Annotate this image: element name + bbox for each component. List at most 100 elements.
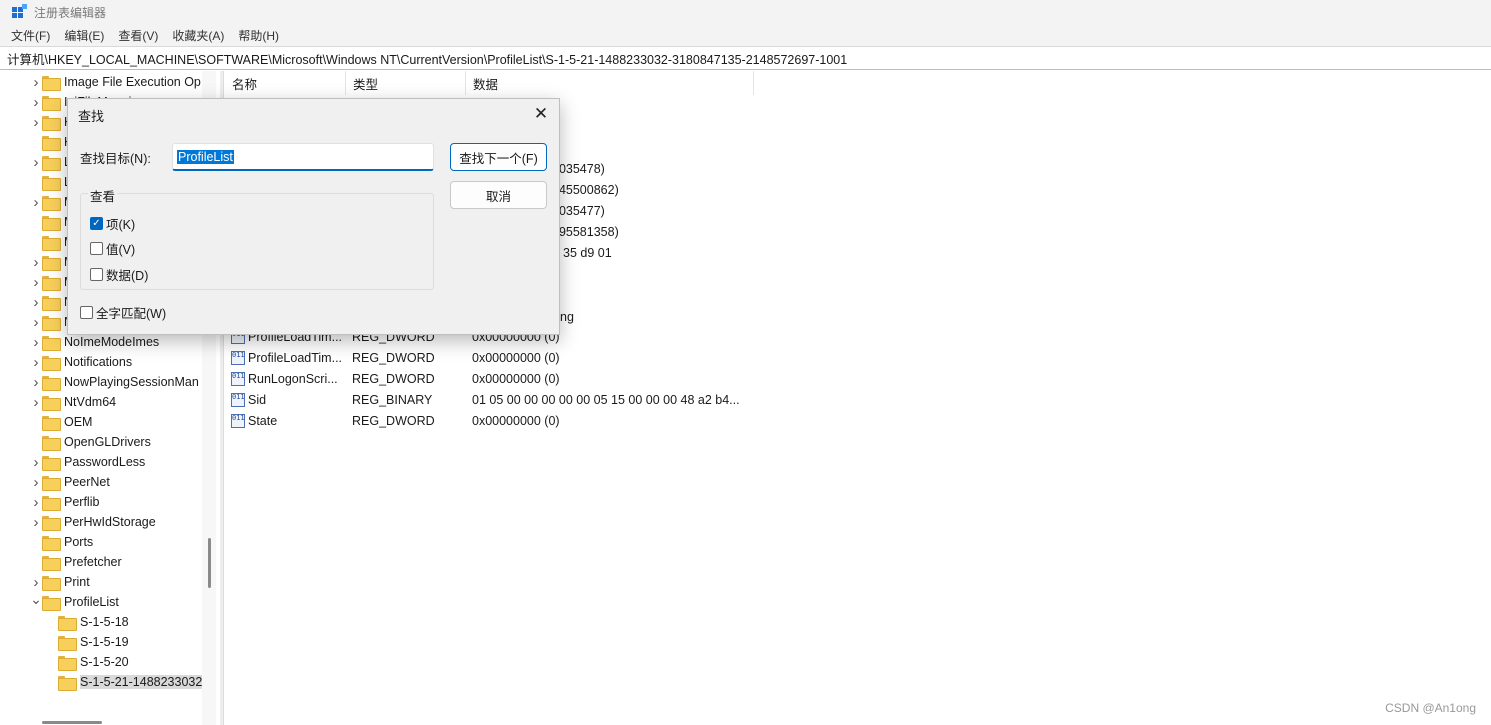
tree-item[interactable]: › Image File Execution Op [30, 72, 201, 92]
chevron-right-icon[interactable]: › [30, 152, 42, 172]
folder-icon [42, 95, 61, 111]
value-data-fragment: ng [560, 310, 574, 324]
column-type[interactable]: 类型 [346, 71, 466, 95]
tree-item-label: Ports [64, 535, 94, 549]
folder-icon [42, 295, 61, 311]
chevron-right-icon[interactable]: › [30, 392, 42, 412]
chevron-down-icon[interactable]: ⌄ [30, 589, 42, 609]
option-values-checkbox[interactable]: 值(V) [90, 239, 135, 258]
option-data-checkbox[interactable]: 数据(D) [90, 265, 148, 284]
column-name[interactable]: 名称 [225, 71, 346, 95]
tree-horizontal-scroll-thumb[interactable] [42, 721, 102, 724]
cancel-button[interactable]: 取消 [450, 181, 547, 209]
folder-icon [42, 135, 61, 151]
folder-icon [42, 355, 61, 371]
tree-item-label: ProfileList [64, 595, 119, 609]
chevron-right-icon[interactable]: › [30, 252, 42, 272]
folder-icon [42, 535, 61, 551]
tree-item[interactable]: › Notifications [30, 352, 132, 372]
folder-icon [42, 515, 61, 531]
tree-item[interactable]: S-1-5-21-1488233032 [38, 672, 203, 692]
title-bar: 注册表编辑器 [0, 0, 1491, 24]
chevron-right-icon[interactable]: › [30, 492, 42, 512]
menu-view[interactable]: 查看(V) [111, 27, 165, 44]
folder-icon [42, 395, 61, 411]
tree-item[interactable]: › Perflib [30, 492, 99, 512]
tree-item[interactable]: S-1-5-18 [38, 612, 129, 632]
tree-item[interactable]: ⌄ ProfileList [30, 589, 119, 612]
dword-icon: 011 110 [231, 372, 245, 386]
chevron-right-icon[interactable]: › [30, 352, 42, 372]
value-row[interactable]: 011 110ProfileLoadTim... REG_DWORD 0x00000… [225, 348, 785, 369]
folder-icon [42, 495, 61, 511]
value-data-fragment: 545500862) [552, 183, 619, 197]
value-row[interactable]: 011 110State REG_DWORD 0x00000000 (0) [225, 411, 785, 432]
folder-icon [42, 415, 61, 431]
find-next-button[interactable]: 查找下一个(F) [450, 143, 547, 171]
tree-item-label: S-1-5-19 [80, 635, 129, 649]
value-row[interactable]: 011 110Sid REG_BINARY 01 05 00 00 00 00 00… [225, 390, 785, 411]
folder-icon [42, 115, 61, 131]
tree-item[interactable]: Prefetcher [30, 552, 122, 572]
chevron-right-icon[interactable]: › [30, 332, 42, 352]
chevron-right-icon[interactable]: › [30, 372, 42, 392]
value-data: 0x00000000 (0) [472, 414, 560, 428]
menu-help[interactable]: 帮助(H) [231, 27, 286, 44]
tree-item-label: Perflib [64, 495, 100, 509]
tree-item[interactable]: › PeerNet [30, 472, 110, 492]
tree-item[interactable]: › NoImeModeImes [30, 332, 159, 352]
menu-favorites[interactable]: 收藏夹(A) [165, 27, 231, 44]
chevron-right-icon[interactable]: › [30, 472, 42, 492]
menu-edit[interactable]: 编辑(E) [57, 27, 111, 44]
chevron-right-icon[interactable]: › [30, 192, 42, 212]
menu-file[interactable]: 文件(F) [4, 27, 57, 44]
tree-item[interactable]: S-1-5-19 [38, 632, 129, 652]
watermark: CSDN @An1ong [1385, 701, 1476, 715]
folder-icon [42, 255, 61, 271]
value-data: 0x00000000 (0) [472, 351, 560, 365]
chevron-right-icon[interactable]: › [30, 72, 42, 92]
tree-item-label: Prefetcher [64, 555, 122, 569]
tree-item[interactable]: S-1-5-20 [38, 652, 129, 672]
folder-icon [42, 455, 61, 471]
folder-icon [42, 595, 61, 611]
tree-item[interactable]: › NowPlayingSessionMan [30, 372, 199, 392]
close-icon[interactable]: ✕ [529, 103, 553, 125]
folder-icon [42, 335, 61, 351]
chevron-right-icon[interactable]: › [30, 312, 42, 332]
tree-item[interactable]: › NtVdm64 [30, 392, 116, 412]
value-row[interactable]: 011 110RunLogonScri... REG_DWORD 0x0000000… [225, 369, 785, 390]
value-data-fragment: 35 d9 01 [563, 246, 612, 260]
column-data[interactable]: 数据 [466, 71, 754, 95]
chevron-right-icon[interactable]: › [30, 292, 42, 312]
tree-item-label: PasswordLess [64, 455, 146, 469]
tree-item[interactable]: › PerHwIdStorage [30, 512, 156, 532]
chevron-right-icon[interactable]: › [30, 272, 42, 292]
address-bar[interactable]: 计算机\HKEY_LOCAL_MACHINE\SOFTWARE\Microsof… [0, 46, 1491, 70]
chevron-right-icon[interactable]: › [30, 92, 42, 112]
tree-item-label: OpenGLDrivers [64, 435, 151, 449]
value-data: 0x00000000 (0) [472, 372, 560, 386]
chevron-right-icon[interactable]: › [30, 112, 42, 132]
tree-item[interactable]: OpenGLDrivers [30, 432, 151, 452]
tree-scroll-thumb[interactable] [208, 538, 211, 588]
tree-item[interactable]: Ports [30, 532, 93, 552]
chevron-right-icon[interactable]: › [30, 512, 42, 532]
tree-item-label: S-1-5-20 [80, 655, 129, 669]
dialog-title: 查找 [78, 109, 105, 124]
folder-icon [42, 155, 61, 171]
folder-icon [42, 315, 61, 331]
tree-item[interactable]: OEM [30, 412, 92, 432]
option-keys-checkbox[interactable]: ✓ 项(K) [90, 214, 135, 233]
chevron-right-icon[interactable]: › [30, 452, 42, 472]
tree-item[interactable]: › PasswordLess [30, 452, 145, 472]
find-target-input[interactable]: ProfileList [172, 143, 434, 171]
tree-item-label: NoImeModeImes [64, 335, 160, 349]
folder-icon [42, 75, 61, 91]
match-whole-string-checkbox[interactable]: 全字匹配(W) [80, 303, 166, 322]
